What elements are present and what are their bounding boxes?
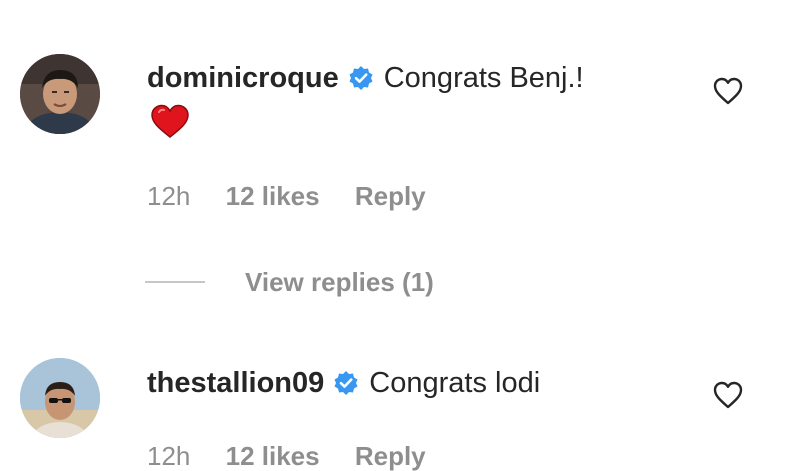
reply-button[interactable]: Reply <box>355 441 426 471</box>
comment-line: thestallion09 Congrats lodi <box>147 366 540 400</box>
comment-item: thestallion09 Congrats lodi 12h 12 likes… <box>0 300 800 471</box>
red-heart-emoji <box>150 104 190 140</box>
comment-line: dominicroque Congrats Benj.! <box>147 61 584 95</box>
avatar[interactable] <box>20 54 100 134</box>
reply-button[interactable]: Reply <box>355 181 426 211</box>
comment-text: Congrats lodi <box>369 367 541 399</box>
comment-meta: 12h 12 likes Reply <box>147 441 454 471</box>
comment-timestamp: 12h <box>147 441 191 471</box>
view-replies-button[interactable]: View replies (1) <box>145 266 434 298</box>
comment-meta: 12h 12 likes Reply <box>147 181 454 211</box>
like-button[interactable] <box>712 76 744 106</box>
verified-badge-icon <box>348 65 374 91</box>
comment-timestamp: 12h <box>147 181 191 211</box>
username-link[interactable]: dominicroque <box>147 61 339 95</box>
likes-count-button[interactable]: 12 likes <box>226 441 320 471</box>
likes-count-button[interactable]: 12 likes <box>226 181 320 211</box>
verified-badge-icon <box>333 370 359 396</box>
like-button[interactable] <box>712 380 744 410</box>
comment-item: dominicroque Congrats Benj.! 12h 12 like… <box>0 0 800 300</box>
comment-text: Congrats Benj.! <box>383 62 584 94</box>
username-link[interactable]: thestallion09 <box>147 366 324 400</box>
divider-line <box>145 281 205 283</box>
avatar[interactable] <box>20 358 100 438</box>
view-replies-label: View replies (1) <box>245 266 434 297</box>
heart-outline-icon <box>713 77 743 105</box>
heart-outline-icon <box>713 381 743 409</box>
